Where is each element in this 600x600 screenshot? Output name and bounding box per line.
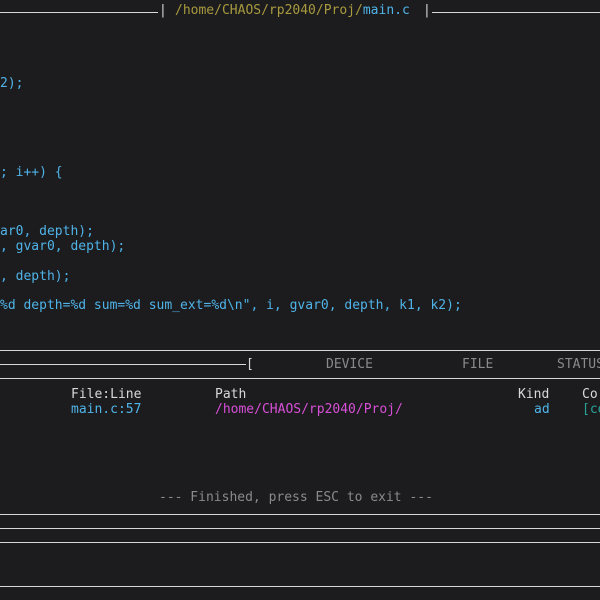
code-line: ; i++) { — [0, 165, 63, 180]
column-header-path: Path — [215, 387, 247, 402]
tab-rule — [0, 364, 246, 365]
title-bar-right-pipe: | — [423, 3, 431, 18]
tab-file[interactable]: FILE — [462, 357, 493, 373]
title-file-name: main.c — [362, 3, 410, 18]
code-line: ar0, depth); — [0, 224, 94, 239]
column-header-file-line: File:Line — [71, 387, 142, 402]
terminal-screen: | /home/CHAOS/rp2040/Proj/main.c | 2); ;… — [0, 0, 600, 600]
title-bar: /home/CHAOS/rp2040/Proj/main.c — [175, 3, 410, 19]
row-file-line: main.c:57 — [71, 402, 142, 417]
code-line: 2); — [0, 76, 24, 91]
title-bar-left-pipe: | — [159, 3, 167, 18]
panel-top-rule — [0, 350, 600, 351]
column-header-kind: Kind — [518, 387, 550, 402]
bottom-rule-4 — [0, 586, 600, 587]
tab-device[interactable]: DEVICE — [326, 357, 373, 373]
bottom-rule-3 — [0, 542, 600, 543]
title-rule-right — [432, 12, 600, 13]
bottom-rule-1 — [0, 514, 600, 515]
panel-header-rule — [0, 378, 600, 379]
title-rule-left — [0, 12, 158, 13]
title-path: /home/CHAOS/rp2040/Proj/ — [175, 3, 363, 18]
row-kind: ad — [534, 402, 550, 417]
code-line: %d depth=%d sum=%d sum_ext=%d\n", i, gva… — [0, 298, 462, 313]
row-co: [co — [582, 402, 600, 417]
status-message: --- Finished, press ESC to exit --- — [159, 490, 433, 505]
code-line: , gvar0, depth); — [0, 239, 126, 254]
tab-bracket: [ — [246, 357, 254, 372]
tab-status[interactable]: STATUS — [557, 357, 600, 373]
row-path: /home/CHAOS/rp2040/Proj/ — [215, 402, 403, 417]
column-header-co: Co — [582, 387, 598, 402]
bottom-rule-2 — [0, 528, 600, 529]
code-line: , depth); — [0, 269, 71, 284]
